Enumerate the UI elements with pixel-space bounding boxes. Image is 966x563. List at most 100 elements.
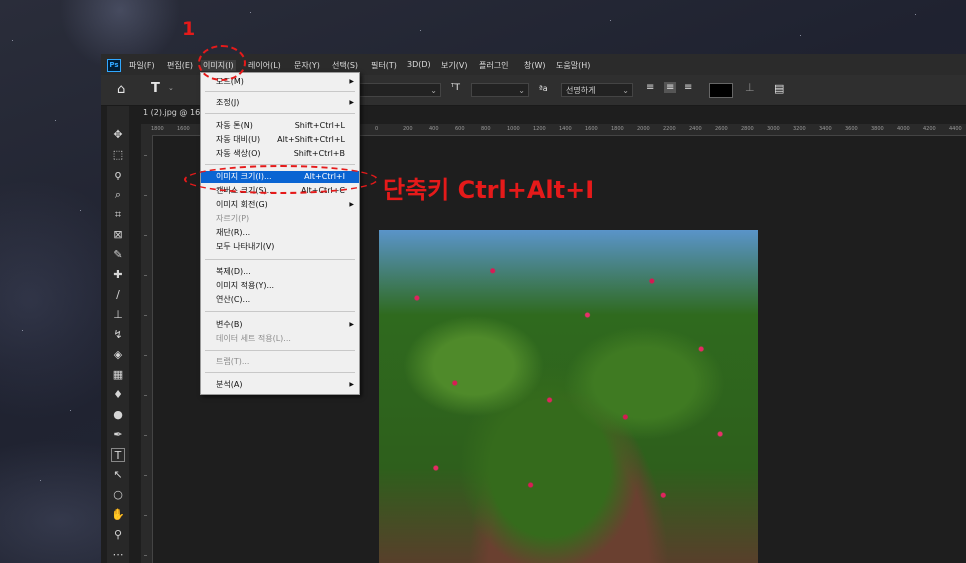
ruler-label: 1600 — [177, 126, 190, 132]
ruler-label: 1800 — [151, 126, 164, 132]
submenu-arrow-icon: ▶ — [349, 381, 354, 388]
ruler-label: 0 — [375, 126, 379, 132]
marquee-icon[interactable]: ⬚ — [111, 148, 125, 162]
more-icon[interactable]: ⋯ — [111, 548, 125, 562]
menu-window[interactable]: 창(W) — [524, 60, 546, 71]
menu-item-apply-data-set[interactable]: 데이터 세트 적용(L)... — [201, 333, 359, 345]
move-icon[interactable]: ✥ — [111, 128, 125, 142]
vertical-ruler — [141, 135, 153, 563]
menu-item-adjustments[interactable]: 조정(J) ▶ — [201, 97, 359, 109]
image-menu-dropdown: 모드(M) ▶ 조정(J) ▶ 자동 톤(N) Shift+Ctrl+L 자동 대비(… — [200, 72, 360, 395]
ruler-label: 2600 — [715, 126, 728, 132]
frame-icon[interactable]: ⊠ — [111, 228, 125, 242]
brush-icon[interactable]: ∕ — [111, 288, 125, 302]
menu-filter[interactable]: 필터(T) — [371, 60, 397, 71]
ruler-label: 1000 — [507, 126, 520, 132]
menu-edit[interactable]: 편집(E) — [167, 60, 193, 71]
ruler-label: 3000 — [767, 126, 780, 132]
ruler-label: 2800 — [741, 126, 754, 132]
healing-icon[interactable]: ✚ — [111, 268, 125, 282]
submenu-arrow-icon: ▶ — [349, 321, 354, 328]
font-size-icon: ᵀT — [451, 83, 460, 93]
menu-item-trap[interactable]: 트랩(T)... — [201, 356, 359, 368]
menu-item-crop[interactable]: 자르기(P) — [201, 213, 359, 225]
annotation-shortcut-callout: 단축키 Ctrl+Alt+I — [383, 176, 595, 204]
photoshop-logo-icon: Ps — [107, 59, 121, 72]
ruler-label: 3200 — [793, 126, 806, 132]
lasso-icon[interactable]: ϙ — [111, 168, 125, 182]
blur-icon[interactable]: ♦ — [111, 388, 125, 402]
ruler-label: 2000 — [637, 126, 650, 132]
crop-icon[interactable]: ⌗ — [111, 208, 125, 222]
menu-item-reveal-all[interactable]: 모두 나타내기(V) — [201, 241, 359, 253]
align-left-icon[interactable]: ≡ — [646, 82, 654, 93]
tools-panel: ✥ ⬚ ϙ ⌕ ⌗ ⊠ ✎ ✚ ∕ ⊥ ↯ ◈ ▦ ♦ ● ✒ T ↖ ○ ✋ … — [107, 106, 129, 563]
antialias-select[interactable]: 선명하게 ⌄ — [561, 83, 633, 97]
eyedropper-icon[interactable]: ✎ — [111, 248, 125, 262]
ruler-label: 4200 — [923, 126, 936, 132]
menu-file[interactable]: 파일(F) — [129, 60, 155, 71]
ruler-label: 1200 — [533, 126, 546, 132]
menu-layer[interactable]: 레이어(L) — [248, 60, 281, 71]
stamp-icon[interactable]: ⊥ — [111, 308, 125, 322]
camellia-tree-photo — [379, 230, 758, 563]
menu-item-auto-color[interactable]: 자동 색상(O) Shift+Ctrl+B — [201, 148, 359, 160]
font-size-select[interactable]: ⌄ — [471, 83, 529, 97]
history-brush-icon[interactable]: ↯ — [111, 328, 125, 342]
menu-help[interactable]: 도움말(H) — [556, 60, 590, 71]
antialias-icon: ªa — [539, 84, 548, 93]
document-tab[interactable]: 1 (2).jpg @ 16 — [143, 106, 200, 120]
menu-item-analysis[interactable]: 분석(A) ▶ — [201, 379, 359, 391]
submenu-arrow-icon: ▶ — [349, 99, 354, 106]
ellipse-icon[interactable]: ○ — [111, 488, 125, 502]
eraser-icon[interactable]: ◈ — [111, 348, 125, 362]
menu-type[interactable]: 문자(Y) — [294, 60, 320, 71]
menu-plugins[interactable]: 플러그인 — [479, 60, 508, 71]
menu-item-auto-tone[interactable]: 자동 톤(N) Shift+Ctrl+L — [201, 120, 359, 132]
panels-icon[interactable]: ▤ — [774, 82, 784, 95]
quick-select-icon[interactable]: ⌕ — [111, 188, 125, 202]
text-color-swatch[interactable] — [709, 83, 733, 98]
pen-icon[interactable]: ✒ — [111, 428, 125, 442]
menu-item-image-rotation[interactable]: 이미지 회전(G) ▶ — [201, 199, 359, 211]
path-select-icon[interactable]: ↖ — [111, 468, 125, 482]
ruler-label: 400 — [429, 126, 439, 132]
dodge-icon[interactable]: ● — [111, 408, 125, 422]
menu-item-auto-contrast[interactable]: 자동 대비(U) Alt+Shift+Ctrl+L — [201, 134, 359, 146]
menu-item-duplicate[interactable]: 복제(D)... — [201, 266, 359, 278]
annotation-oval-image-size — [184, 165, 378, 194]
zoom-icon[interactable]: ⚲ — [111, 528, 125, 542]
ruler-label: 2200 — [663, 126, 676, 132]
submenu-arrow-icon: ▶ — [349, 201, 354, 208]
menu-view[interactable]: 보기(V) — [441, 60, 467, 71]
ruler-label: 1600 — [585, 126, 598, 132]
ruler-label: 3800 — [871, 126, 884, 132]
ruler-label: 1400 — [559, 126, 572, 132]
align-center-icon[interactable]: ≡ — [664, 82, 677, 93]
ruler-label: 4000 — [897, 126, 910, 132]
menu-item-calculations[interactable]: 연산(C)... — [201, 294, 359, 306]
menu-item-trim[interactable]: 재단(R)... — [201, 227, 359, 239]
type-tool-icon[interactable]: T — [151, 81, 160, 96]
type-icon[interactable]: T — [111, 448, 125, 462]
chevron-down-icon[interactable]: ⌄ — [168, 84, 174, 92]
submenu-arrow-icon: ▶ — [349, 78, 354, 85]
menu-item-apply-image[interactable]: 이미지 적용(Y)... — [201, 280, 359, 292]
annotation-oval-image-menu — [198, 45, 246, 81]
ruler-label: 4400 — [949, 126, 962, 132]
menu-select[interactable]: 선택(S) — [332, 60, 358, 71]
ruler-label: 2400 — [689, 126, 702, 132]
ruler-label: 800 — [481, 126, 491, 132]
menu-item-variables[interactable]: 변수(B) ▶ — [201, 319, 359, 331]
ruler-label: 1800 — [611, 126, 624, 132]
ruler-label: 3600 — [845, 126, 858, 132]
home-icon[interactable]: ⌂ — [117, 82, 125, 97]
align-right-icon[interactable]: ≡ — [684, 82, 692, 93]
menu-3d[interactable]: 3D(D) — [407, 60, 431, 69]
warp-text-icon[interactable]: ⊥ — [745, 81, 755, 94]
ruler-label: 3400 — [819, 126, 832, 132]
hand-icon[interactable]: ✋ — [111, 508, 125, 522]
ruler-label: 600 — [455, 126, 465, 132]
gradient-icon[interactable]: ▦ — [111, 368, 125, 382]
ruler-label: 200 — [403, 126, 413, 132]
